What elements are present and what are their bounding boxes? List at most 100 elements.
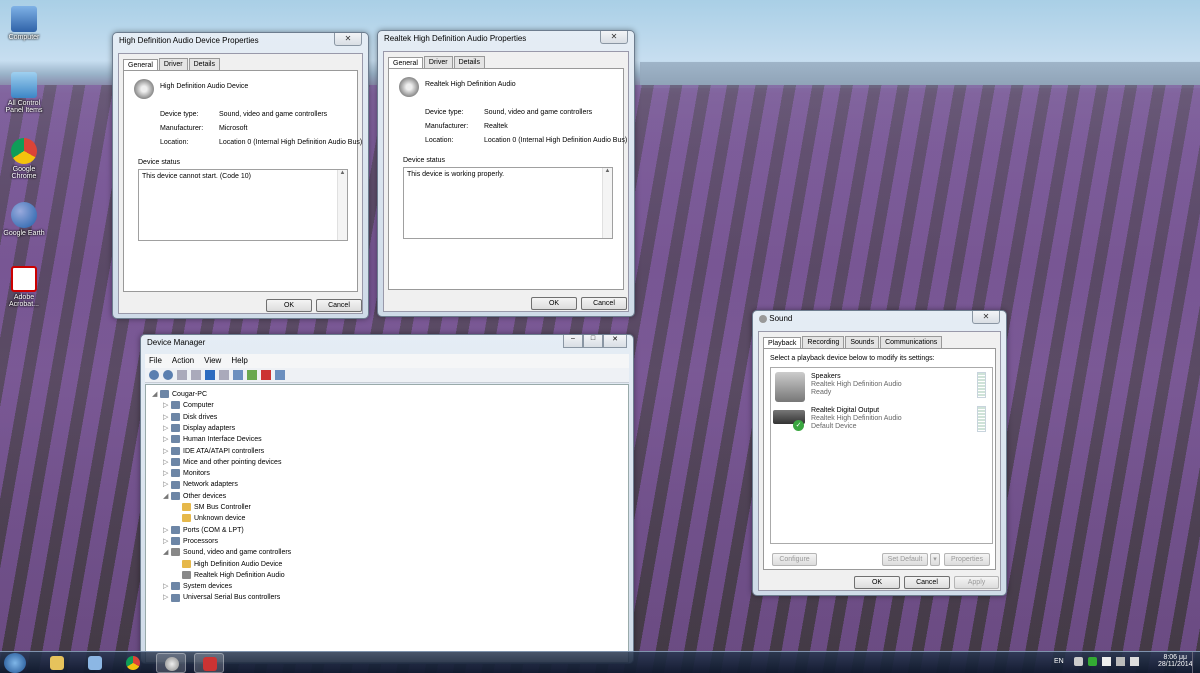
enable-device-icon[interactable] — [275, 370, 285, 380]
desktop-icon-computer[interactable]: Computer — [0, 6, 48, 41]
tree-item-3[interactable]: ▷ Display adapters — [163, 423, 235, 434]
configure-button[interactable]: Configure — [772, 553, 817, 566]
expand-toggle-icon[interactable]: ▷ — [163, 434, 171, 445]
expand-toggle-icon[interactable]: ▷ — [163, 412, 171, 423]
taskbar-device-manager[interactable] — [194, 653, 224, 673]
start-button[interactable] — [4, 653, 26, 673]
uninstall-icon[interactable] — [261, 370, 271, 380]
signal-icon[interactable] — [1116, 657, 1125, 666]
expand-toggle-icon[interactable]: ▷ — [163, 581, 171, 592]
back-icon[interactable] — [149, 370, 159, 380]
tree-item-7[interactable]: ▷ Monitors — [163, 468, 210, 479]
cancel-button[interactable]: Cancel — [581, 297, 627, 310]
device-list[interactable]: Speakers Realtek High Definition Audio R… — [770, 367, 993, 544]
tab-recording[interactable]: Recording — [802, 336, 845, 348]
tree-item-9[interactable]: ◢ Other devices — [163, 491, 226, 502]
expand-toggle-icon[interactable]: ◢ — [163, 491, 171, 502]
tree-item-16[interactable]: Realtek High Definition Audio — [174, 570, 285, 581]
apply-button[interactable]: Apply — [954, 576, 999, 589]
close-button[interactable]: ✕ — [972, 311, 1000, 324]
tree-item-4[interactable]: ▷ Human Interface Devices — [163, 434, 262, 445]
sound-window[interactable]: Sound ✕ Playback Recording Sounds Commun… — [752, 310, 1007, 596]
clock[interactable]: 8:06 μμ 28/11/2014 — [1158, 654, 1193, 668]
properties-icon[interactable] — [191, 370, 201, 380]
desktop-icon-google-earth[interactable]: Google Earth — [0, 202, 48, 237]
action-center-flag-icon[interactable] — [1102, 657, 1111, 666]
update-driver-icon[interactable] — [247, 370, 257, 380]
taskbar-chrome[interactable] — [118, 653, 148, 673]
tree-item-15[interactable]: High Definition Audio Device — [174, 559, 282, 570]
tree-item-5[interactable]: ▷ IDE ATA/ATAPI controllers — [163, 446, 264, 457]
taskbar-explorer[interactable] — [42, 653, 72, 673]
properties-button[interactable]: Properties — [944, 553, 990, 566]
show-desktop-button[interactable] — [1192, 652, 1200, 673]
help-icon[interactable] — [205, 370, 215, 380]
close-button[interactable]: ✕ — [334, 33, 362, 46]
ok-button[interactable]: OK — [531, 297, 577, 310]
menu-action[interactable]: Action — [172, 354, 194, 368]
status-scrollbar[interactable]: ▲ — [602, 168, 612, 238]
desktop-icon-acrobat[interactable]: Adobe Acrobat... — [0, 266, 48, 308]
desktop-icon-control-panel[interactable]: All Control Panel Items — [0, 72, 48, 114]
ok-button[interactable]: OK — [854, 576, 900, 589]
desktop-icon-chrome[interactable]: Google Chrome — [0, 138, 48, 180]
device-status-box[interactable]: This device is working properly. ▲ — [403, 167, 613, 239]
network-tray-icon[interactable] — [1074, 657, 1083, 666]
expand-toggle-icon[interactable]: ▷ — [163, 457, 171, 468]
tree-item-1[interactable]: ▷ Computer — [163, 400, 214, 411]
taskbar-control-panel[interactable] — [80, 653, 110, 673]
volume-icon[interactable] — [1130, 657, 1139, 666]
close-button[interactable]: ✕ — [600, 31, 628, 44]
expand-toggle-icon[interactable]: ▷ — [163, 525, 171, 536]
cancel-button[interactable]: Cancel — [904, 576, 950, 589]
tree-item-10[interactable]: SM Bus Controller — [174, 502, 251, 513]
language-indicator[interactable]: EN — [1054, 658, 1064, 665]
tree-item-8[interactable]: ▷ Network adapters — [163, 479, 238, 490]
expand-toggle-icon[interactable]: ▷ — [163, 400, 171, 411]
expand-toggle-icon[interactable]: ▷ — [163, 479, 171, 490]
menu-file[interactable]: File — [149, 354, 162, 368]
tree-item-6[interactable]: ▷ Mice and other pointing devices — [163, 457, 281, 468]
device-speakers[interactable]: Speakers Realtek High Definition Audio R… — [771, 370, 992, 404]
minimize-button[interactable]: – — [563, 335, 583, 348]
tree-item-12[interactable]: ▷ Ports (COM & LPT) — [163, 525, 244, 536]
view-icon[interactable] — [219, 370, 229, 380]
expand-toggle-icon[interactable]: ◢ — [152, 389, 160, 400]
menu-help[interactable]: Help — [231, 354, 247, 368]
security-tray-icon[interactable] — [1088, 657, 1097, 666]
expand-toggle-icon[interactable]: ▷ — [163, 446, 171, 457]
expand-toggle-icon[interactable]: ▷ — [163, 592, 171, 603]
tree-item-11[interactable]: Unknown device — [174, 513, 245, 524]
tree-item-0[interactable]: ◢ Cougar-PC — [152, 389, 207, 400]
tab-sounds[interactable]: Sounds — [845, 336, 880, 348]
taskbar-sound[interactable] — [156, 653, 186, 673]
close-button[interactable]: ✕ — [603, 335, 627, 348]
tab-details[interactable]: Details — [188, 58, 220, 70]
tab-driver[interactable]: Driver — [158, 58, 188, 70]
set-default-dropdown[interactable]: ▾ — [930, 553, 940, 566]
tree-item-2[interactable]: ▷ Disk drives — [163, 412, 217, 423]
expand-toggle-icon[interactable]: ◢ — [163, 547, 171, 558]
expand-toggle-icon[interactable]: ▷ — [163, 468, 171, 479]
set-default-button[interactable]: Set Default — [882, 553, 928, 566]
forward-icon[interactable] — [163, 370, 173, 380]
maximize-button[interactable]: □ — [583, 335, 603, 348]
tab-driver[interactable]: Driver — [423, 56, 453, 68]
scan-hardware-icon[interactable] — [233, 370, 243, 380]
device-status-box[interactable]: This device cannot start. (Code 10) ▲ — [138, 169, 348, 241]
tree-item-17[interactable]: ▷ System devices — [163, 581, 232, 592]
expand-toggle-icon[interactable]: ▷ — [163, 536, 171, 547]
cancel-button[interactable]: Cancel — [316, 299, 362, 312]
tab-communications[interactable]: Communications — [880, 336, 943, 348]
ok-button[interactable]: OK — [266, 299, 312, 312]
tree-item-18[interactable]: ▷ Universal Serial Bus controllers — [163, 592, 280, 603]
realtek-properties-window[interactable]: Realtek High Definition Audio Properties… — [377, 30, 635, 317]
device-digital-output[interactable]: ✓ Realtek Digital Output Realtek High De… — [771, 404, 992, 438]
tree-item-14[interactable]: ◢ Sound, video and game controllers — [163, 547, 291, 558]
show-hide-tree-icon[interactable] — [177, 370, 187, 380]
tree-item-13[interactable]: ▷ Processors — [163, 536, 218, 547]
menu-view[interactable]: View — [204, 354, 221, 368]
expand-toggle-icon[interactable]: ▷ — [163, 423, 171, 434]
status-scrollbar[interactable]: ▲ — [337, 170, 347, 240]
hd-audio-properties-window[interactable]: High Definition Audio Device Properties … — [112, 32, 369, 319]
